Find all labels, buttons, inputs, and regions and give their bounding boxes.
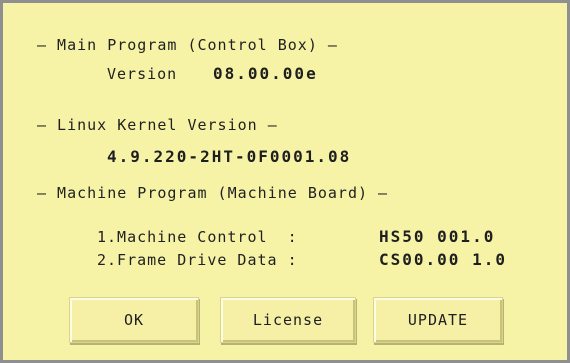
frame-drive-data-label: 2.Frame Drive Data : <box>97 251 298 269</box>
machine-control-value: HS50 001.0 <box>379 227 496 246</box>
linux-kernel-value: 4.9.220-2HT-0F0001.08 <box>107 147 352 166</box>
version-info-dialog: — Main Program (Control Box) — Version 0… <box>0 0 570 363</box>
update-button[interactable]: UPDATE <box>373 297 503 343</box>
license-button[interactable]: License <box>220 297 356 343</box>
main-program-version-label: Version <box>107 65 178 83</box>
machine-control-label: 1.Machine Control : <box>97 228 298 246</box>
machine-program-heading: — Machine Program (Machine Board) — <box>37 184 389 202</box>
ok-button[interactable]: OK <box>69 297 199 343</box>
linux-kernel-heading: — Linux Kernel Version — <box>37 116 278 134</box>
main-program-heading: — Main Program (Control Box) — <box>37 36 338 54</box>
main-program-version-value: 08.00.00e <box>213 64 318 83</box>
frame-drive-data-value: CS00.00 1.0 <box>379 250 507 269</box>
